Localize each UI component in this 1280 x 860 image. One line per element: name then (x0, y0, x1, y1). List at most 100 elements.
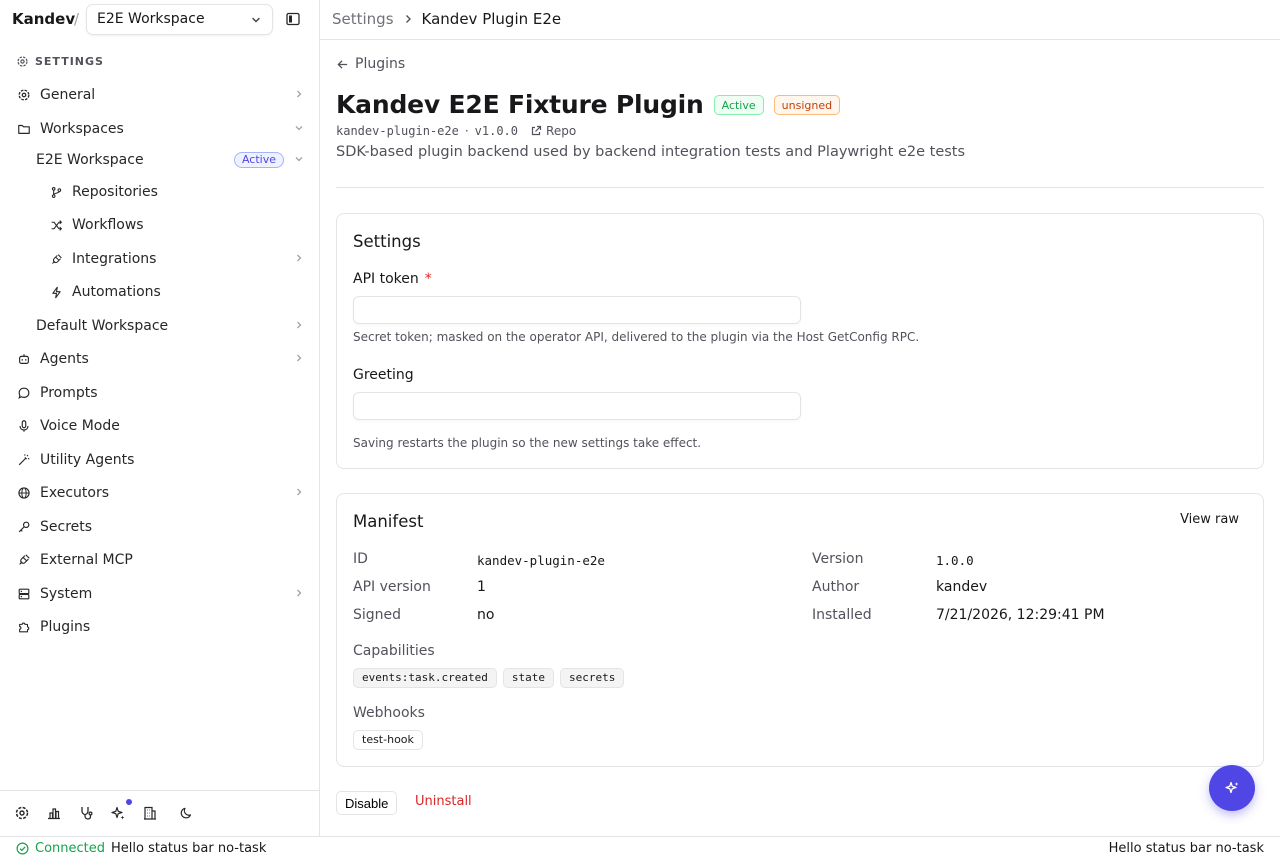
meta-separator: · (464, 124, 469, 138)
sidebar-item-external-mcp[interactable]: External MCP (16, 546, 308, 574)
assistant-fab-button[interactable] (1209, 765, 1255, 811)
key-icon (18, 521, 30, 533)
back-to-plugins-link[interactable]: Plugins (336, 56, 405, 72)
sidebar-item-automations[interactable]: Automations (48, 278, 308, 306)
chevron-right-icon (297, 589, 302, 597)
workspace-active-badge: Active (233, 152, 284, 168)
sidebar-item-voice-mode[interactable]: Voice Mode (16, 412, 308, 440)
manifest-card: Manifest View raw ID kandev-plugin-e2e A… (336, 493, 1264, 767)
sidebar-item-label: E2E Workspace (36, 152, 144, 168)
brand-separator: / (74, 10, 80, 28)
sidebar-item-label: System (40, 586, 93, 602)
check-circle-icon (16, 842, 29, 855)
sidebar-item-agents[interactable]: Agents (16, 345, 308, 373)
zap-icon (51, 286, 61, 298)
sidebar-footer-toolbar (0, 790, 320, 836)
sidebar-item-e2e-workspace[interactable]: E2E Workspace Active (36, 146, 308, 174)
manifest-installed-value: 7/21/2026, 12:29:41 PM (936, 607, 1105, 623)
sidebar-item-default-workspace[interactable]: Default Workspace (36, 312, 308, 340)
gear-icon (18, 89, 30, 101)
chevron-right-icon (297, 354, 302, 362)
divider (336, 187, 1264, 188)
sidebar-item-workflows[interactable]: Workflows (48, 211, 308, 239)
manifest-signed-key: Signed (353, 607, 402, 623)
capabilities-list: events:task.created state secrets (353, 668, 625, 688)
sparkles-icon[interactable] (110, 805, 126, 821)
manifest-author-value: kandev (936, 579, 988, 595)
sidebar-item-label: Automations (72, 284, 161, 300)
chevron-right-icon (405, 15, 411, 23)
back-link-label: Plugins (355, 56, 406, 72)
uninstall-button[interactable]: Uninstall (415, 794, 472, 809)
capability-chip: secrets (559, 668, 625, 688)
sidebar-item-label: Integrations (72, 251, 157, 267)
sidebar-item-plugins[interactable]: Plugins (16, 613, 308, 641)
sidebar-item-label: Plugins (40, 619, 91, 635)
settings-card: Settings API token * Secret token; masked… (336, 213, 1264, 469)
sidebar-item-label: Workflows (72, 217, 144, 233)
sidebar-collapse-icon[interactable] (285, 11, 301, 27)
chevron-down-icon (295, 126, 303, 131)
sidebar-item-label: Utility Agents (40, 452, 135, 468)
server-icon (18, 588, 30, 600)
view-raw-button[interactable]: View raw (1180, 512, 1239, 527)
gear-icon[interactable] (14, 805, 30, 821)
api-token-label-text: API token (353, 271, 419, 287)
capability-chip: events:task.created (353, 668, 497, 688)
top-bar: Settings Kandev Plugin E2e (320, 0, 1280, 40)
sidebar-item-executors[interactable]: Executors (16, 479, 308, 507)
manifest-card-title: Manifest (353, 512, 424, 531)
folder-icon (18, 124, 30, 134)
api-token-input[interactable] (353, 296, 801, 324)
settings-heading-text: SETTINGS (35, 54, 104, 68)
building-icon[interactable] (142, 805, 158, 821)
sidebar-item-secrets[interactable]: Secrets (16, 513, 308, 541)
sidebar-item-utility-agents[interactable]: Utility Agents (16, 446, 308, 474)
chevron-down-icon (295, 157, 303, 162)
wand-icon (18, 454, 30, 466)
bar-chart-icon[interactable] (46, 805, 62, 821)
manifest-installed-key: Installed (812, 607, 872, 623)
repo-link[interactable]: Repo (530, 124, 576, 138)
sidebar-item-general[interactable]: General (16, 81, 308, 109)
webhooks-list: test-hook (353, 730, 423, 750)
chevron-right-icon (297, 321, 302, 329)
status-bar: Connected Hello status bar no-task Hello… (0, 836, 1280, 860)
manifest-id-key: ID (353, 551, 368, 567)
brand-logo-text[interactable]: Kandev (12, 10, 75, 28)
plugin-description: SDK-based plugin backend used by backend… (336, 144, 966, 160)
greeting-input[interactable] (353, 392, 801, 420)
disable-button[interactable]: Disable (336, 791, 398, 815)
sidebar-header: Kandev / E2E Workspace (0, 0, 320, 39)
manifest-api-version-value: 1 (477, 579, 486, 595)
breadcrumb-settings-link[interactable]: Settings (332, 10, 394, 28)
moon-icon[interactable] (178, 805, 194, 821)
required-mark: * (424, 271, 432, 287)
status-bar-left: Connected Hello status bar no-task (16, 841, 266, 856)
chevron-right-icon (297, 254, 302, 262)
sidebar-item-system[interactable]: System (16, 580, 308, 608)
plugin-version: v1.0.0 (474, 124, 519, 138)
chevron-down-icon (252, 17, 260, 23)
sidebar-item-label: Executors (40, 485, 109, 501)
manifest-signed-value: no (477, 607, 495, 623)
chevron-right-icon (297, 90, 302, 98)
sidebar-item-label: Repositories (72, 184, 158, 200)
shuffle-icon (51, 219, 62, 231)
signature-badge: unsigned (773, 94, 841, 115)
sidebar-item-label: General (40, 87, 96, 103)
sidebar-item-integrations[interactable]: Integrations (48, 245, 308, 273)
sidebar-item-label: Agents (40, 351, 89, 367)
sidebar-item-prompts[interactable]: Prompts (16, 379, 308, 407)
sidebar-item-workspaces[interactable]: Workspaces (16, 115, 308, 143)
breadcrumb-current: Kandev Plugin E2e (421, 10, 562, 28)
manifest-id-value: kandev-plugin-e2e (477, 553, 605, 568)
stethoscope-icon[interactable] (78, 805, 94, 821)
api-token-label: API token * (353, 271, 432, 287)
workspace-select[interactable]: E2E Workspace (86, 4, 273, 35)
sidebar-item-repositories[interactable]: Repositories (48, 178, 308, 206)
repo-link-label: Repo (546, 124, 577, 138)
manifest-version-value: 1.0.0 (936, 553, 974, 568)
greeting-label: Greeting (353, 367, 414, 383)
webhook-chip: test-hook (353, 730, 423, 750)
